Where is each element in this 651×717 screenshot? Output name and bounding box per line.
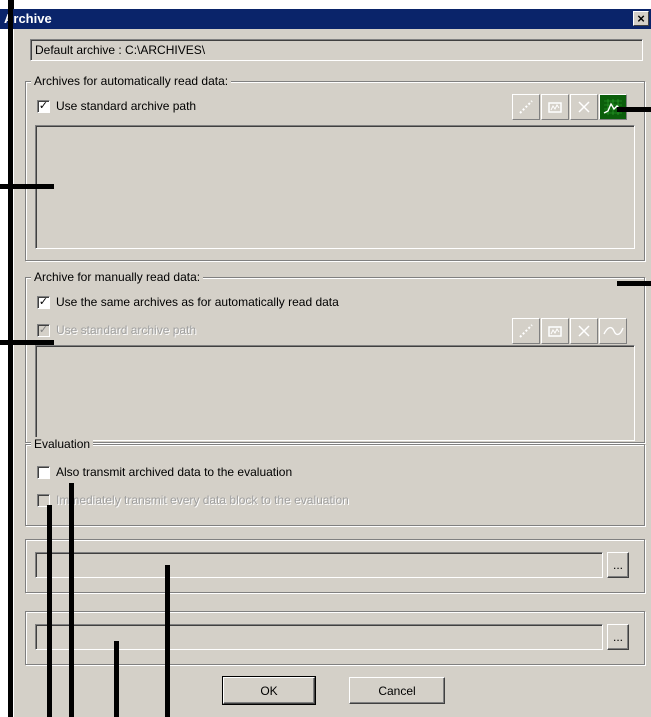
- browse-label-2: ...: [612, 630, 623, 644]
- chart-icon[interactable]: [541, 94, 569, 120]
- default-archive-text: Default archive : C:\ARCHIVES\: [35, 43, 206, 57]
- ok-button[interactable]: OK: [222, 676, 316, 705]
- transmit-archived-checkbox[interactable]: Also transmit archived data to the evalu…: [37, 465, 292, 479]
- close-button[interactable]: ×: [633, 11, 649, 26]
- callout-line-manual-list: [0, 340, 54, 345]
- callout-line-left: [8, 9, 13, 717]
- callout-line-manual-icon: [617, 281, 651, 286]
- title-bar: Archive ×: [0, 9, 651, 29]
- auto-archive-legend: Archives for automatically read data:: [31, 74, 232, 88]
- manual-archive-group: Archive for manually read data: ✓ Use th…: [25, 270, 645, 443]
- dotted-line-icon[interactable]: [512, 318, 540, 344]
- archive-dialog: Default archive : C:\ARCHIVES\ Archives …: [14, 29, 651, 717]
- callout-line-auto-icon: [617, 107, 651, 112]
- callout-line-path-2: [114, 641, 119, 717]
- path-field-1[interactable]: [35, 552, 603, 578]
- manual-standard-path-checkbox[interactable]: ✓ Use standard archive path: [37, 323, 196, 337]
- callout-line-transmit-box: [69, 483, 74, 717]
- checkbox-box[interactable]: ✓: [37, 295, 50, 309]
- manual-archive-list[interactable]: [35, 345, 635, 441]
- same-archives-checkbox[interactable]: ✓ Use the same archives as for automatic…: [37, 295, 339, 309]
- same-archives-label: Use the same archives as for automatical…: [56, 295, 339, 309]
- auto-standard-path-checkbox[interactable]: ✓ Use standard archive path: [37, 99, 196, 113]
- evaluation-group: Evaluation Also transmit archived data t…: [25, 437, 645, 526]
- evaluation-legend: Evaluation: [31, 437, 94, 451]
- browse-button-1[interactable]: ...: [607, 552, 629, 578]
- auto-archive-group: Archives for automatically read data: ✓ …: [25, 74, 645, 261]
- immediate-transmit-label: Immediately transmit every data block to…: [56, 493, 349, 507]
- immediate-transmit-checkbox[interactable]: Immediately transmit every data block to…: [37, 493, 349, 507]
- manual-archive-legend: Archive for manually read data:: [31, 270, 204, 284]
- chart-icon[interactable]: [541, 318, 569, 344]
- path-field-2[interactable]: [35, 624, 603, 650]
- manual-standard-path-label: Use standard archive path: [56, 323, 197, 337]
- path-group-1: ...: [25, 539, 645, 593]
- callout-line-top: [8, 0, 14, 9]
- default-archive-field: Default archive : C:\ARCHIVES\: [30, 39, 643, 61]
- auto-standard-path-label: Use standard archive path: [56, 99, 197, 113]
- checkbox-box[interactable]: ✓: [37, 99, 50, 113]
- callout-line-immediate-box: [47, 505, 52, 717]
- ok-label: OK: [260, 683, 278, 698]
- browse-label-1: ...: [612, 558, 623, 572]
- transmit-archived-label: Also transmit archived data to the evalu…: [56, 465, 293, 479]
- cross-icon[interactable]: [570, 318, 598, 344]
- callout-line-path-1: [165, 565, 170, 717]
- cancel-label: Cancel: [378, 683, 416, 698]
- browse-button-2[interactable]: ...: [607, 624, 629, 650]
- callout-line-auto-list: [0, 184, 54, 189]
- waveform-icon[interactable]: [599, 318, 627, 344]
- dotted-line-icon[interactable]: [512, 94, 540, 120]
- cancel-button[interactable]: Cancel: [349, 677, 445, 704]
- checkbox-box[interactable]: [37, 465, 50, 479]
- checkbox-box[interactable]: ✓: [37, 323, 50, 337]
- auto-archive-list[interactable]: [35, 125, 635, 249]
- cross-icon[interactable]: [570, 94, 598, 120]
